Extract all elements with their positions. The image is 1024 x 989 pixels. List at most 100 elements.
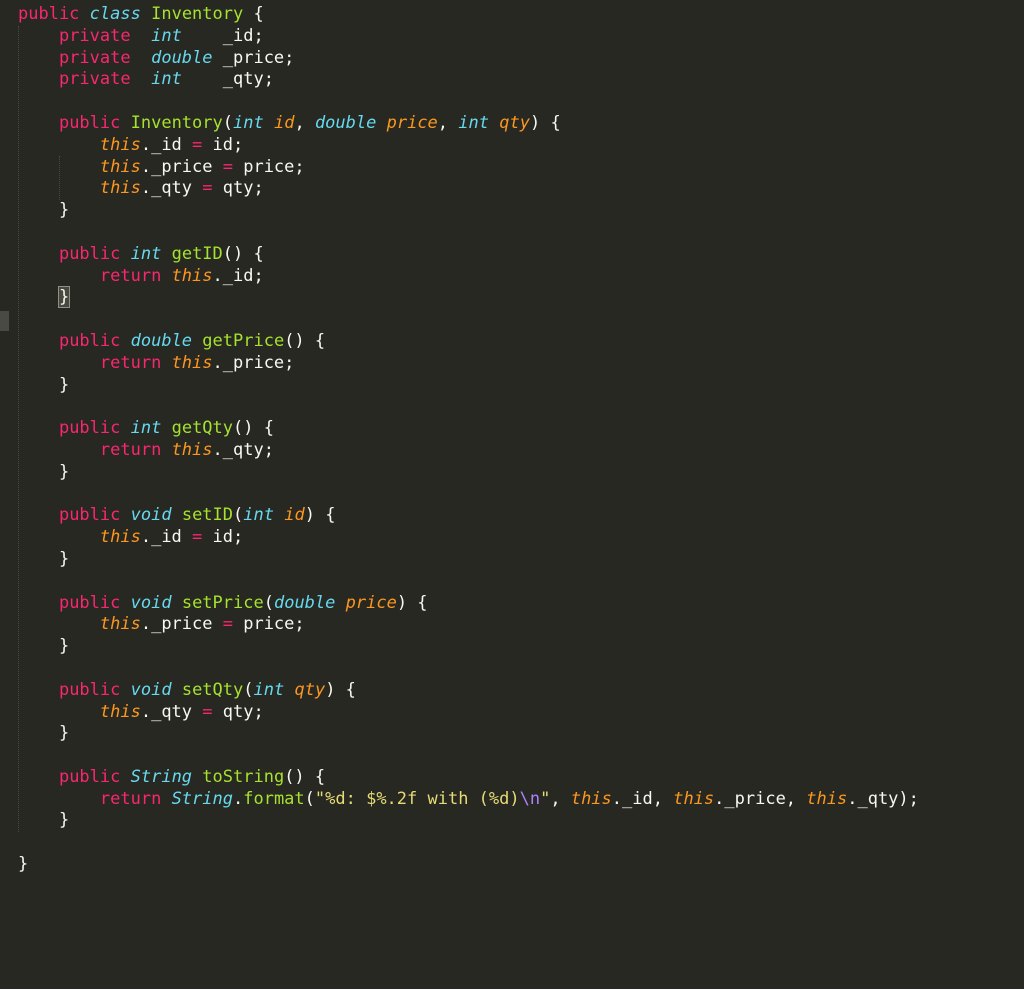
code-line[interactable]: ​ <box>18 396 1024 418</box>
code-line[interactable]: } <box>18 723 1024 745</box>
string-token: " <box>540 788 551 809</box>
code-line[interactable]: } <box>18 636 1024 658</box>
code-line[interactable]: public double getPrice() { <box>18 331 1024 353</box>
code-line[interactable]: public void setID(int id) { <box>18 505 1024 527</box>
code-line[interactable]: this._price = price; <box>18 614 1024 636</box>
code-line[interactable]: return this._price; <box>18 353 1024 375</box>
code-line[interactable]: this._price = price; <box>18 157 1024 179</box>
class-name-token: Inventory <box>130 112 223 133</box>
code-text: } <box>18 548 70 569</box>
code-line[interactable]: ​ <box>18 658 1024 680</box>
code-text: ( <box>243 679 254 700</box>
code-text: , <box>437 112 459 133</box>
operator-token: = <box>192 134 203 155</box>
this-keyword-token: this <box>171 352 213 373</box>
keyword-token: public <box>58 418 121 439</box>
string-token: "%d: $%.2f with (%d) <box>314 788 520 809</box>
type-token: double <box>314 112 377 133</box>
code-line[interactable]: public void setPrice(double price) { <box>18 593 1024 615</box>
parameter-token: price <box>386 112 438 133</box>
code-line[interactable]: public int getQty() { <box>18 418 1024 440</box>
function-name-token: toString <box>202 766 285 787</box>
code-text: qty; <box>212 701 264 722</box>
code-line[interactable]: ​ <box>18 309 1024 331</box>
code-line[interactable]: private int _qty; <box>18 69 1024 91</box>
code-text: } <box>18 636 70 657</box>
code-text: price; <box>232 614 305 635</box>
code-line[interactable]: return String.format("%d: $%.2f with (%d… <box>18 789 1024 811</box>
keyword-token: public <box>58 679 121 700</box>
keyword-token: private <box>58 25 131 46</box>
code-editor[interactable]: public class Inventory { private int _id… <box>0 0 1024 989</box>
code-line[interactable]: ​ <box>18 745 1024 767</box>
code-text: () { <box>284 330 326 351</box>
code-line[interactable]: return this._id; <box>18 266 1024 288</box>
code-line[interactable]: this._id = id; <box>18 527 1024 549</box>
code-line[interactable]: ​ <box>18 91 1024 113</box>
type-token: void <box>130 505 172 526</box>
code-line[interactable]: public void setQty(int qty) { <box>18 680 1024 702</box>
code-line[interactable]: private double _price; <box>18 48 1024 70</box>
code-text: } <box>18 200 70 221</box>
code-line[interactable]: ​ <box>18 571 1024 593</box>
code-line[interactable]: public class Inventory { <box>18 4 1024 26</box>
operator-token: = <box>222 614 233 635</box>
code-line[interactable]: } <box>18 854 1024 876</box>
this-keyword-token: this <box>99 156 141 177</box>
code-line[interactable]: this._qty = qty; <box>18 178 1024 200</box>
code-line[interactable]: } <box>18 200 1024 222</box>
keyword-token: return <box>99 788 162 809</box>
code-line[interactable]: } <box>18 810 1024 832</box>
type-token: int <box>130 418 162 439</box>
code-line[interactable]: this._id = id; <box>18 135 1024 157</box>
operator-token: = <box>192 527 203 548</box>
keyword-token: private <box>58 47 131 68</box>
code-line[interactable]: ​ <box>18 484 1024 506</box>
operator-token: = <box>202 701 213 722</box>
code-line[interactable]: ​ <box>18 222 1024 244</box>
code-line[interactable]: } <box>18 549 1024 571</box>
code-line[interactable]: private int _id; <box>18 26 1024 48</box>
escape-token: \n <box>519 788 541 809</box>
this-keyword-token: this <box>99 527 141 548</box>
code-line[interactable]: return this._qty; <box>18 440 1024 462</box>
this-keyword-token: this <box>99 134 141 155</box>
code-line[interactable]: ​ <box>18 832 1024 854</box>
code-line[interactable]: this._qty = qty; <box>18 702 1024 724</box>
code-content[interactable]: public class Inventory { private int _id… <box>18 4 1024 876</box>
code-line[interactable]: } <box>18 462 1024 484</box>
type-token: int <box>151 25 182 46</box>
this-keyword-token: this <box>171 439 213 460</box>
code-line[interactable]: } <box>18 375 1024 397</box>
code-line[interactable]: public Inventory(int id, double price, i… <box>18 113 1024 135</box>
code-text: } <box>18 810 70 831</box>
function-name-token: setID <box>181 505 234 526</box>
function-name-token: setQty <box>181 679 244 700</box>
code-line[interactable]: public int getID() { <box>18 244 1024 266</box>
code-text: ( <box>222 112 233 133</box>
function-name-token: format <box>243 788 305 809</box>
code-line[interactable]: } <box>18 286 1024 309</box>
code-line[interactable]: public String toString() { <box>18 767 1024 789</box>
